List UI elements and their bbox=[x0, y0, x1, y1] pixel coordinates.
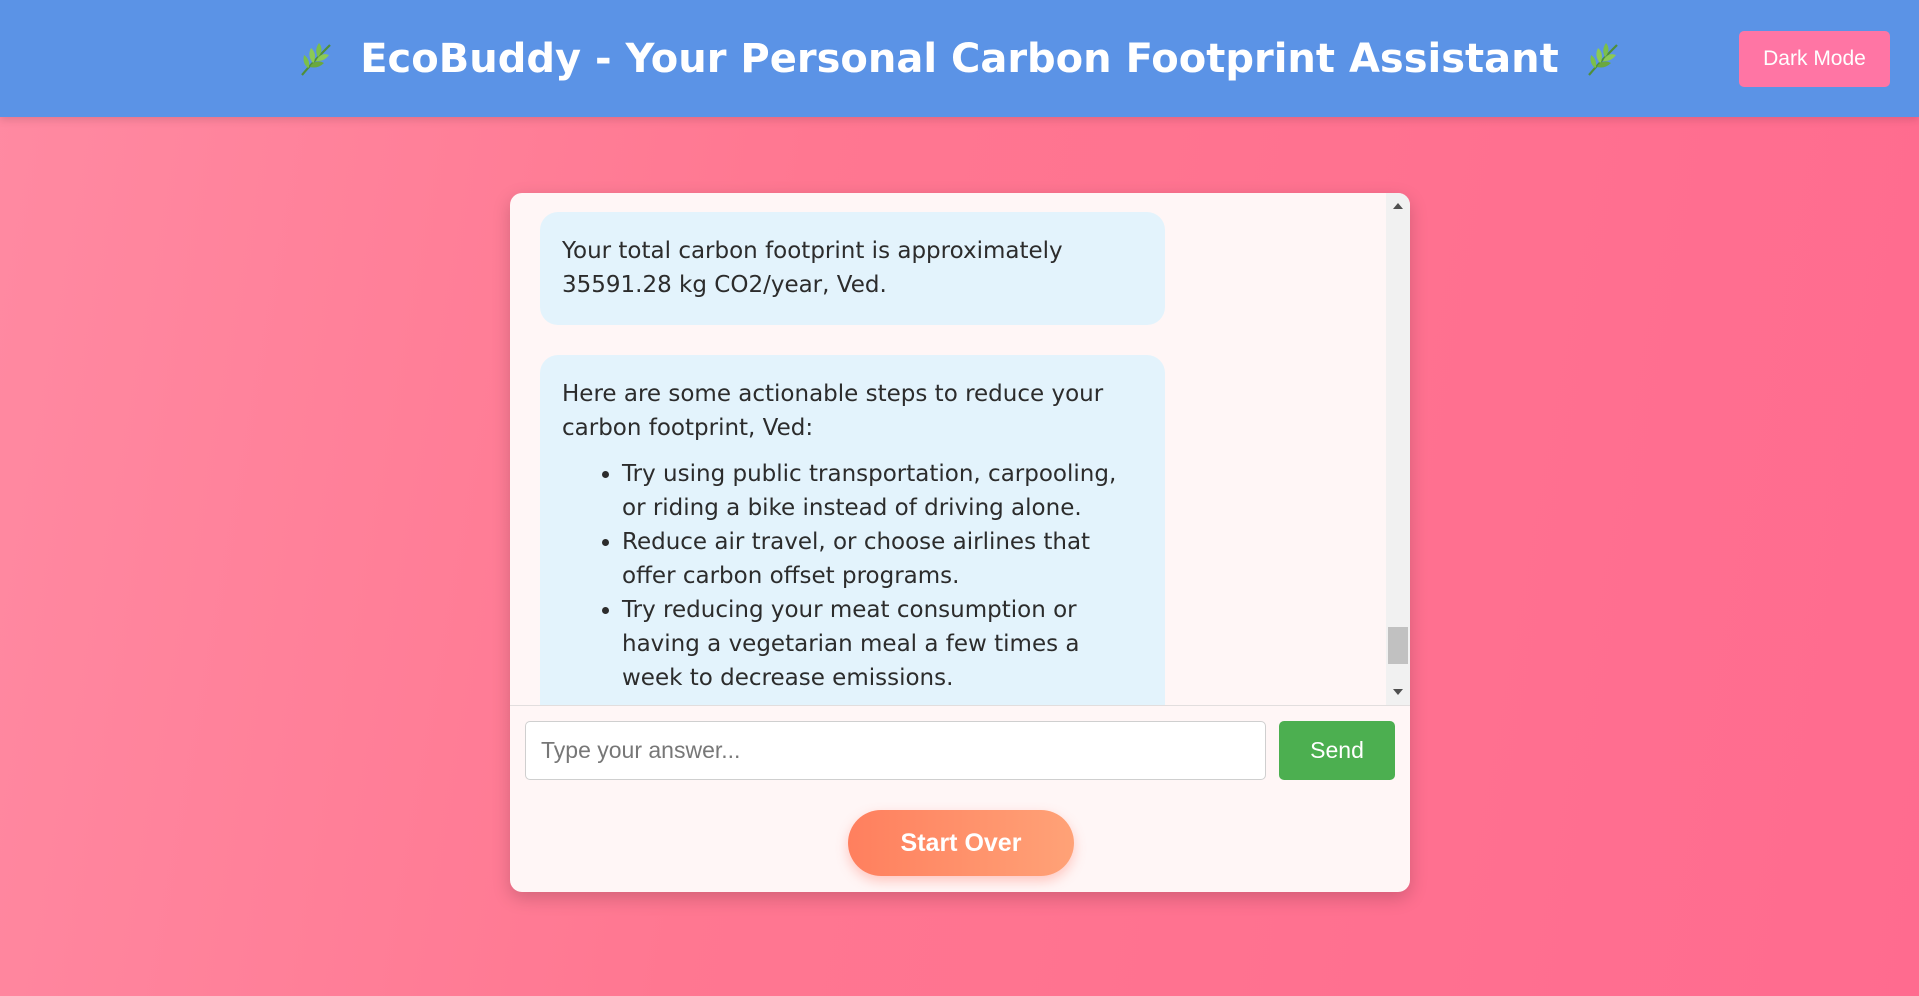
scrollbar-thumb[interactable] bbox=[1388, 627, 1408, 664]
page-title: EcoBuddy - Your Personal Carbon Footprin… bbox=[360, 35, 1559, 82]
input-divider bbox=[510, 705, 1410, 706]
tip-item: Reduce air travel, or choose airlines th… bbox=[622, 525, 1143, 593]
chat-container: Your total carbon footprint is approxima… bbox=[510, 193, 1410, 892]
tips-list: Try using public transportation, carpool… bbox=[562, 457, 1143, 695]
bot-message: Your total carbon footprint is approxima… bbox=[540, 212, 1165, 325]
scroll-down-arrow-icon[interactable] bbox=[1393, 689, 1403, 695]
send-button[interactable]: Send bbox=[1279, 721, 1395, 780]
bot-message: Here are some actionable steps to reduce… bbox=[540, 355, 1165, 705]
tip-item: Try reducing your meat consumption or ha… bbox=[622, 593, 1143, 695]
message-text: Your total carbon footprint is approxima… bbox=[562, 238, 1063, 298]
leaf-icon bbox=[301, 42, 332, 76]
app-header: EcoBuddy - Your Personal Carbon Footprin… bbox=[0, 0, 1919, 117]
start-over-button[interactable]: Start Over bbox=[848, 810, 1074, 876]
scroll-up-arrow-icon[interactable] bbox=[1393, 203, 1403, 209]
title-bar: EcoBuddy - Your Personal Carbon Footprin… bbox=[0, 0, 1919, 117]
chat-messages[interactable]: Your total carbon footprint is approxima… bbox=[510, 193, 1386, 705]
message-text: Here are some actionable steps to reduce… bbox=[562, 381, 1104, 441]
tip-item: Try using public transportation, carpool… bbox=[622, 457, 1143, 525]
chat-scrollbar[interactable] bbox=[1386, 193, 1410, 705]
dark-mode-button[interactable]: Dark Mode bbox=[1739, 31, 1890, 87]
answer-input[interactable] bbox=[525, 721, 1266, 780]
leaf-icon bbox=[1587, 42, 1618, 76]
